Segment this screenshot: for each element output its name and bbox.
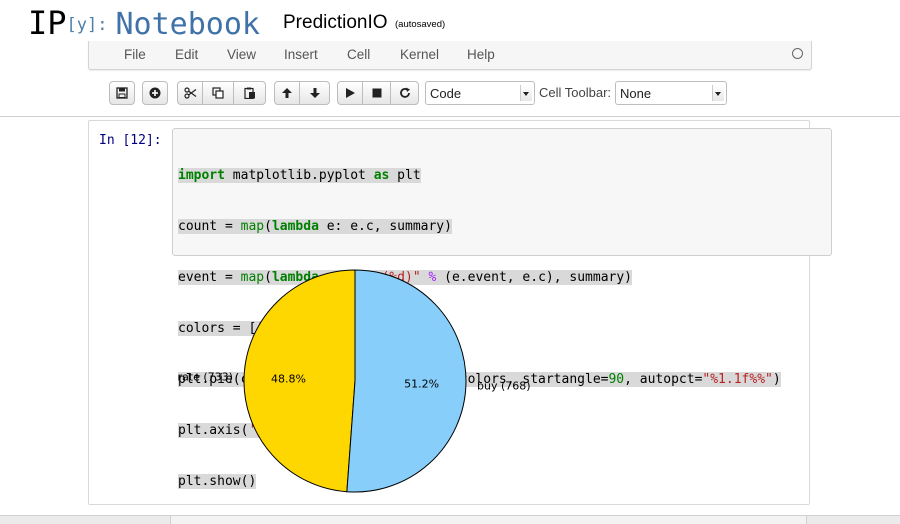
logo-y-text: [y]: — [66, 15, 108, 35]
plus-circle-icon — [149, 87, 161, 99]
logo-ip-text: IP — [28, 4, 67, 42]
header-separator — [0, 116, 900, 117]
menu-help[interactable]: Help — [467, 47, 495, 62]
menu-file[interactable]: File — [124, 47, 146, 62]
move-down-button[interactable] — [300, 81, 330, 105]
cut-icon — [183, 87, 196, 99]
pie-slice-percent: 51.2% — [404, 377, 439, 390]
paste-button[interactable] — [234, 81, 266, 105]
logo-notebook-text: Notebook — [115, 7, 260, 42]
copy-icon — [212, 87, 224, 99]
code-input-area[interactable]: import matplotlib.pyplot as plt count = … — [172, 128, 832, 489]
copy-button[interactable] — [203, 81, 234, 105]
pie-slice-label: rate (733) — [178, 371, 233, 384]
autosave-status: (autosaved) — [395, 19, 446, 30]
stop-icon — [372, 88, 381, 98]
menu-cell[interactable]: Cell — [347, 47, 370, 62]
notebook-name[interactable]: PredictionIO — [283, 12, 388, 34]
code-line: import matplotlib.pyplot as plt — [178, 168, 421, 183]
save-icon — [116, 87, 128, 99]
cell-type-select[interactable]: Code — [425, 81, 535, 105]
chevron-down-icon — [520, 85, 532, 101]
chevron-down-icon — [712, 85, 724, 101]
play-icon — [346, 88, 355, 98]
cell-toolbar-label: Cell Toolbar: — [539, 85, 612, 100]
code-line: count = map(lambda e: e.c, summary) — [178, 219, 452, 234]
cell-type-value: Code — [430, 86, 462, 101]
input-prompt: In [12]: — [99, 133, 162, 148]
restart-kernel-button[interactable] — [391, 81, 419, 105]
menubar: File Edit View Insert Cell Kernel Help — [88, 41, 812, 70]
restart-icon — [399, 87, 410, 98]
menu-kernel[interactable]: Kernel — [400, 47, 439, 62]
save-button[interactable] — [109, 81, 135, 105]
paste-icon — [243, 87, 255, 99]
cell-toolbar-select[interactable]: None — [615, 81, 727, 105]
run-cell-button[interactable] — [337, 81, 363, 105]
interrupt-kernel-button[interactable] — [363, 81, 391, 105]
menu-view[interactable]: View — [227, 47, 256, 62]
insert-cell-button[interactable] — [142, 81, 168, 105]
arrow-up-icon — [282, 88, 292, 98]
pie-slice-label: buy (768) — [477, 379, 531, 392]
pie-chart: rate (733) 48.8% buy (768) 51.2% — [178, 269, 531, 493]
move-up-button[interactable] — [274, 81, 300, 105]
arrow-down-icon — [309, 88, 320, 98]
toolbar: Code Cell Toolbar: None — [0, 70, 900, 116]
menu-edit[interactable]: Edit — [175, 47, 198, 62]
cell-toolbar-value: None — [620, 86, 652, 101]
pie-slice-percent: 48.8% — [271, 373, 306, 386]
kernel-status-icon — [792, 48, 803, 59]
menu-insert[interactable]: Insert — [284, 47, 318, 62]
ipython-logo[interactable]: IP[y]: Notebook — [28, 2, 260, 42]
cut-button[interactable] — [177, 81, 203, 105]
header: IP[y]: Notebook PredictionIO (autosaved) — [0, 0, 900, 42]
